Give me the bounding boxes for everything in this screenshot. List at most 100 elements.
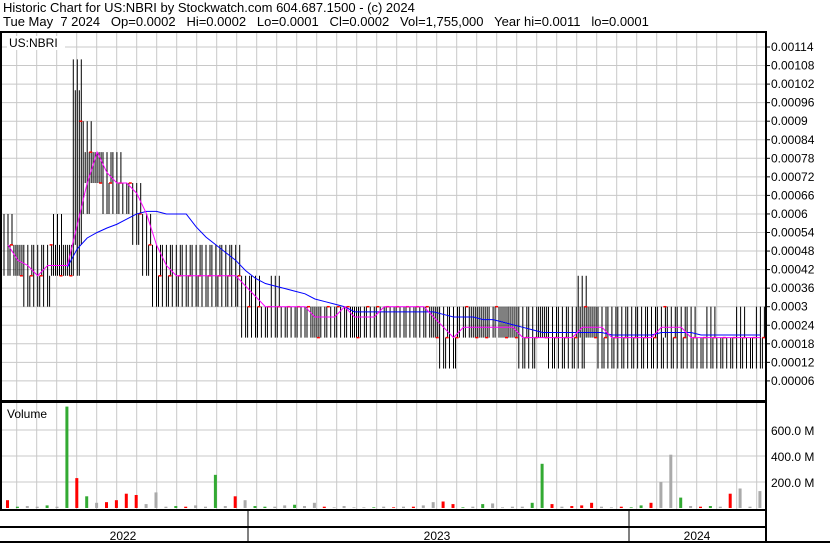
volume-bar bbox=[451, 504, 455, 508]
price-tick-label: 0.00054 bbox=[771, 226, 815, 240]
volume-bar bbox=[15, 506, 19, 508]
volume-bar bbox=[283, 505, 287, 508]
price-tick-label: 0.00108 bbox=[771, 59, 815, 73]
stock-chart: 0.00114 0.00108 0.00102 0.00096 0.0009 0.0008… bbox=[0, 31, 830, 543]
year-label-2023: 2023 bbox=[424, 529, 451, 543]
volume-bar bbox=[312, 502, 316, 508]
volume-bar bbox=[342, 506, 346, 508]
price-tick-label: 0.00024 bbox=[771, 318, 815, 332]
axis-ticks: 0.00114 0.00108 0.00102 0.00096 0.0009 0.0008… bbox=[766, 40, 815, 490]
volume-bar bbox=[55, 506, 59, 508]
price-tick-label: 0.00012 bbox=[771, 355, 815, 369]
volume-bar bbox=[679, 497, 683, 508]
volume-bar bbox=[25, 506, 29, 508]
volume-bar bbox=[659, 482, 663, 508]
price-tick-label: 0.00066 bbox=[771, 188, 815, 202]
volume-bar bbox=[491, 503, 495, 508]
volume-bar bbox=[758, 491, 762, 508]
symbol-label: US:NBRI bbox=[9, 36, 58, 50]
volume-bar bbox=[560, 506, 564, 508]
volume-bar bbox=[530, 502, 534, 508]
volume-bar bbox=[75, 478, 79, 508]
price-tick-label: 0.00072 bbox=[771, 170, 815, 184]
volume-bar bbox=[303, 506, 306, 508]
volume-bar bbox=[520, 506, 524, 508]
volume-bar bbox=[748, 506, 752, 508]
volume-bar bbox=[629, 507, 633, 508]
volume-bar bbox=[649, 502, 653, 508]
volume-bar bbox=[580, 505, 584, 508]
volume-bar bbox=[471, 506, 475, 508]
volume-bars bbox=[6, 406, 762, 508]
volume-bar bbox=[609, 507, 613, 508]
volume-bar bbox=[570, 506, 574, 508]
price-tick-label: 0.00102 bbox=[771, 77, 815, 91]
volume-bar bbox=[550, 504, 554, 508]
price-tick-label: 0.0009 bbox=[771, 114, 808, 128]
volume-bar bbox=[689, 506, 693, 508]
volume-bar bbox=[501, 507, 504, 508]
volume-label: Volume bbox=[7, 407, 47, 421]
volume-bar bbox=[204, 506, 207, 508]
volume-tick-label: 200.0 M bbox=[771, 476, 814, 490]
volume-bar bbox=[194, 505, 198, 508]
volume-bar bbox=[233, 496, 237, 508]
volume-bar bbox=[253, 506, 257, 508]
volume-bar bbox=[213, 474, 217, 508]
volume-bar bbox=[95, 502, 99, 508]
volume-bar bbox=[600, 506, 603, 508]
volume-bar bbox=[174, 506, 178, 508]
year-label-2024: 2024 bbox=[684, 529, 711, 543]
price-tick-label: 0.00018 bbox=[771, 337, 815, 351]
volume-bar bbox=[510, 506, 514, 508]
price-tick-label: 0.0006 bbox=[771, 207, 808, 221]
volume-bar bbox=[105, 502, 108, 508]
volume-bar bbox=[273, 506, 277, 508]
volume-bar bbox=[144, 504, 148, 508]
volume-bar bbox=[164, 506, 168, 508]
price-tick-label: 0.00078 bbox=[771, 151, 815, 165]
volume-bar bbox=[184, 506, 188, 508]
volume-bar bbox=[431, 502, 435, 508]
volume-bar bbox=[362, 507, 366, 508]
volume-bar bbox=[718, 506, 722, 508]
volume-bar bbox=[728, 493, 732, 508]
volume-bar bbox=[669, 454, 673, 508]
volume-bar bbox=[332, 507, 336, 508]
price-tick-label: 0.00042 bbox=[771, 263, 815, 277]
year-label-2022: 2022 bbox=[110, 529, 137, 543]
volume-bar bbox=[322, 506, 326, 508]
volume-bar bbox=[738, 488, 742, 508]
volume-bar bbox=[619, 506, 623, 508]
volume-bar bbox=[65, 406, 69, 508]
volume-tick-label: 600.0 M bbox=[771, 424, 814, 438]
volume-bar bbox=[45, 505, 49, 508]
volume-tick-label: 400.0 M bbox=[771, 450, 814, 464]
volume-bar bbox=[699, 506, 702, 508]
price-tick-label: 0.00084 bbox=[771, 133, 815, 147]
volume-bar bbox=[243, 500, 247, 508]
volume-bar bbox=[411, 506, 415, 508]
price-tick-label: 0.0003 bbox=[771, 300, 808, 314]
price-tick-label: 0.00006 bbox=[771, 374, 815, 388]
volume-bar bbox=[124, 493, 128, 508]
volume-bar bbox=[35, 506, 39, 508]
volume-bar bbox=[639, 505, 643, 508]
price-tick-label: 0.00048 bbox=[771, 244, 815, 258]
volume-bar bbox=[85, 496, 89, 508]
volume-bar bbox=[114, 500, 118, 508]
volume-bar bbox=[372, 507, 376, 508]
price-tick-label: 0.00036 bbox=[771, 281, 815, 295]
volume-bar bbox=[540, 463, 544, 508]
volume-bar bbox=[382, 506, 386, 508]
price-tick-label: 0.00114 bbox=[771, 40, 814, 54]
grid bbox=[2, 33, 765, 509]
volume-bar bbox=[708, 506, 712, 508]
volume-bar bbox=[6, 500, 9, 508]
price-tick-label: 0.00096 bbox=[771, 96, 815, 110]
volume-bar bbox=[402, 506, 405, 508]
volume-bar bbox=[421, 505, 425, 508]
volume-bar bbox=[154, 492, 158, 508]
volume-bar bbox=[263, 506, 267, 508]
volume-bar bbox=[223, 506, 227, 508]
